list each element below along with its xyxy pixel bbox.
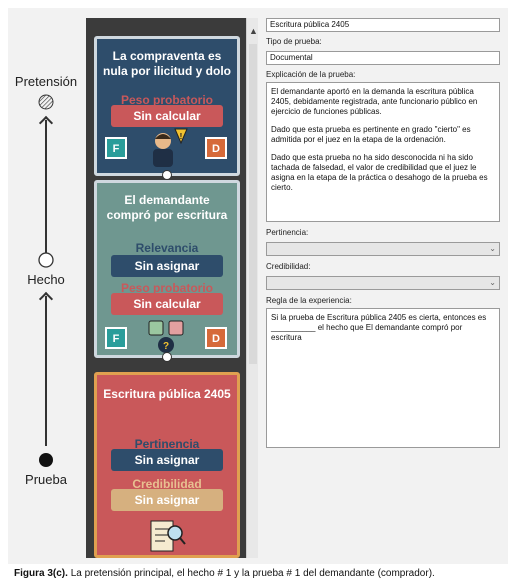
- pretension-favor-badge[interactable]: F: [105, 137, 127, 159]
- legend-prueba-label: Prueba: [25, 472, 67, 487]
- prueba-title: Escritura pública 2405: [103, 387, 231, 401]
- arrow-to-pretension: [45, 120, 47, 256]
- caption-prefix: Figura 3(c).: [14, 568, 68, 579]
- arrow-to-hecho: [45, 296, 47, 446]
- connector-dot: [162, 352, 172, 362]
- hecho-favor-badge[interactable]: F: [105, 327, 127, 349]
- prueba-card[interactable]: Escritura pública 2405 Pertinencia Sin a…: [94, 372, 240, 558]
- figure-caption: Figura 3(c). La pretensión principal, el…: [14, 568, 435, 579]
- hecho-weight-button[interactable]: Sin calcular: [111, 293, 223, 315]
- type-label: Tipo de prueba:: [266, 37, 322, 46]
- pertinence-select[interactable]: ⌄: [266, 242, 500, 256]
- explanation-paragraph: Dado que esta prueba no ha sido desconoc…: [271, 153, 488, 192]
- evidence-name-input[interactable]: Escritura pública 2405: [266, 18, 500, 32]
- chevron-down-icon[interactable]: ⌄: [489, 243, 496, 255]
- explanation-paragraph: Dado que esta prueba es pertinente en gr…: [271, 125, 471, 144]
- explanation-textarea[interactable]: El demandante aportó en la demanda la es…: [266, 82, 500, 222]
- rule-label: Regla de la experiencia:: [266, 296, 352, 305]
- svg-text:?: ?: [163, 341, 169, 352]
- legend: Pretensión Hecho Prueba: [14, 70, 78, 500]
- type-select-value: Documental: [270, 53, 313, 62]
- connector-dot: [162, 170, 172, 180]
- hecho-title: El demandante compró por escritura: [106, 193, 228, 222]
- hecho-against-badge[interactable]: D: [205, 327, 227, 349]
- hecho-open-circle-icon: [38, 252, 54, 268]
- hecho-relevance-label: Relevancia: [135, 241, 199, 255]
- credibility-label: Credibilidad:: [266, 262, 311, 271]
- pretension-card[interactable]: La compraventa es nula por ilicitud y do…: [94, 36, 240, 176]
- hecho-relevance-button[interactable]: Sin asignar: [111, 255, 223, 277]
- pretension-title: La compraventa es nula por ilicitud y do…: [103, 49, 231, 78]
- explanation-label: Explicación de la prueba:: [266, 70, 356, 79]
- scroll-up-icon[interactable]: ▲: [249, 26, 258, 36]
- rule-textarea[interactable]: Si la prueba de Escritura pública 2405 e…: [266, 308, 500, 448]
- rule-text: Si la prueba de Escritura pública 2405 e…: [271, 313, 487, 342]
- legend-hecho-label: Hecho: [27, 272, 65, 287]
- explanation-paragraph: El demandante aportó en la demanda la es…: [271, 87, 478, 116]
- hecho-card[interactable]: El demandante compró por escritura Relev…: [94, 180, 240, 358]
- prueba-pertinence-button[interactable]: Sin asignar: [111, 449, 223, 471]
- legend-pretension-label: Pretensión: [14, 74, 78, 89]
- svg-text:!: !: [180, 132, 183, 141]
- pretension-weight-button[interactable]: Sin calcular: [111, 105, 223, 127]
- judge-thinking-icon: !: [153, 128, 188, 167]
- chevron-down-icon[interactable]: ⌄: [489, 277, 496, 289]
- prueba-filled-circle-icon: [39, 453, 53, 467]
- caption-text: La pretensión principal, el hecho # 1 y …: [70, 568, 435, 579]
- chain-scrollbar[interactable]: ▲: [246, 18, 258, 558]
- credibility-select[interactable]: ⌄: [266, 276, 500, 290]
- scroll-thumb[interactable]: [249, 44, 257, 364]
- document-magnifier-icon: [150, 520, 186, 552]
- pertinence-label: Pertinencia:: [266, 228, 309, 237]
- pretension-against-badge[interactable]: D: [205, 137, 227, 159]
- pretension-hatched-circle-icon: [38, 94, 54, 110]
- prueba-credibility-button[interactable]: Sin asignar: [111, 489, 223, 511]
- type-select[interactable]: Documental: [266, 51, 500, 65]
